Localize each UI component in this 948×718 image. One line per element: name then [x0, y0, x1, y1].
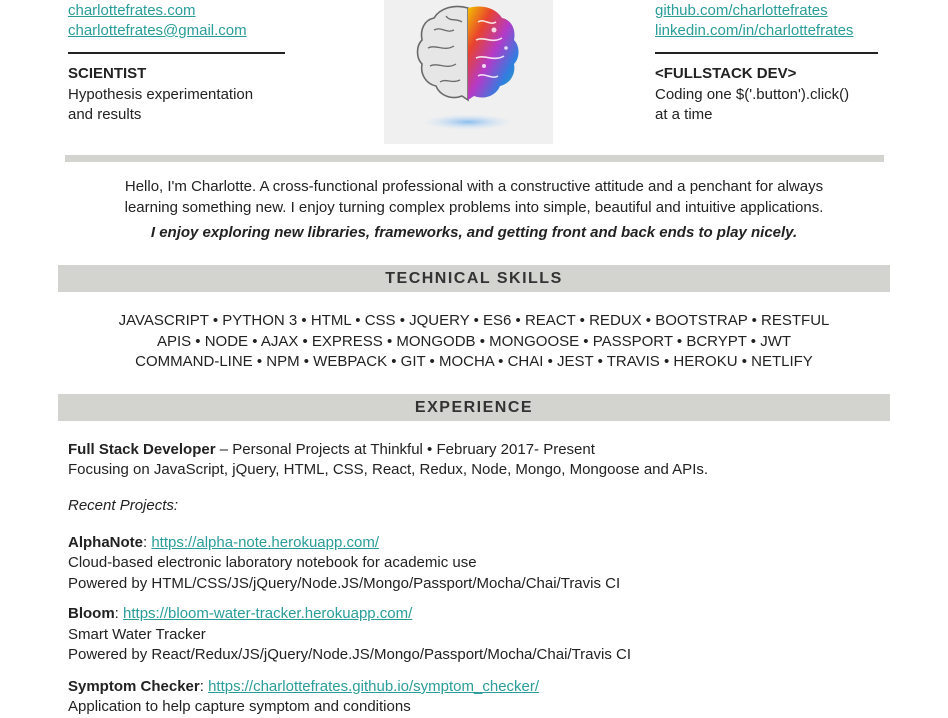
- github-link[interactable]: github.com/charlottefrates: [655, 1, 828, 22]
- project-name: Bloom: [68, 605, 115, 622]
- scientist-line-2: and results: [68, 106, 142, 123]
- project-stack: Powered by HTML/CSS/JS/jQuery/Node.JS/Mo…: [68, 575, 621, 592]
- project-header: AlphaNote: https://alpha-note.herokuapp.…: [68, 534, 379, 551]
- skills-line-1: JAVASCRIPT • PYTHON 3 • HTML • CSS • JQU…: [118, 312, 830, 329]
- project-description: Smart Water Tracker: [68, 626, 206, 643]
- left-divider: [68, 52, 285, 54]
- scientist-line-1: Hypothesis experimentation: [68, 86, 254, 103]
- linkedin-link[interactable]: linkedin.com/in/charlottefrates: [655, 21, 853, 42]
- job-header: Full Stack Developer – Personal Projects…: [68, 440, 595, 461]
- project-stack: Powered by React/Redux/JS/jQuery/Node.JS…: [68, 646, 632, 663]
- job-detail: – Personal Projects at Thinkful • Februa…: [215, 441, 595, 458]
- job-title: Full Stack Developer: [68, 441, 216, 458]
- skills-line-3: COMMAND-LINE • NPM • WEBPACK • GIT • MOC…: [135, 353, 813, 370]
- project-url[interactable]: https://charlottefrates.github.io/sympto…: [208, 678, 539, 695]
- job-focus: Focusing on JavaScript, jQuery, HTML, CS…: [68, 461, 709, 478]
- skills-line-2: APIS • NODE • AJAX • EXPRESS • MONGODB •…: [156, 333, 792, 350]
- email-link[interactable]: charlottefrates@gmail.com: [68, 21, 247, 42]
- brain-image: [384, 0, 553, 144]
- website-link[interactable]: charlottefrates.com: [68, 1, 196, 22]
- recent-projects-label: Recent Projects:: [68, 497, 179, 514]
- skills-heading: TECHNICAL SKILLS: [58, 265, 890, 292]
- summary-line-1: Hello, I'm Charlotte. A cross-functional…: [124, 178, 824, 195]
- project-description: Application to help capture symptom and …: [68, 698, 411, 715]
- fullstack-line-2: at a time: [655, 106, 713, 123]
- project-name: Symptom Checker: [68, 678, 200, 695]
- header-rule: [65, 155, 884, 162]
- summary-line-2: learning something new. I enjoy turning …: [124, 199, 824, 216]
- project-url[interactable]: https://bloom-water-tracker.herokuapp.co…: [123, 605, 412, 622]
- project-description: Cloud-based electronic laboratory notebo…: [68, 554, 477, 571]
- fullstack-line-1: Coding one $('.button').click(): [655, 86, 850, 103]
- brain-illustration-icon: [416, 5, 519, 130]
- right-divider: [655, 52, 878, 54]
- fullstack-title: <FULLSTACK DEV>: [655, 65, 797, 82]
- project-name: AlphaNote: [68, 534, 143, 551]
- experience-heading: EXPERIENCE: [58, 394, 890, 421]
- project-url[interactable]: https://alpha-note.herokuapp.com/: [151, 534, 379, 551]
- scientist-title: SCIENTIST: [68, 65, 147, 82]
- project-header: Bloom: https://bloom-water-tracker.herok…: [68, 605, 413, 622]
- project-header: Symptom Checker: https://charlottefrates…: [68, 678, 540, 695]
- summary-tagline: I enjoy exploring new libraries, framewo…: [150, 224, 798, 241]
